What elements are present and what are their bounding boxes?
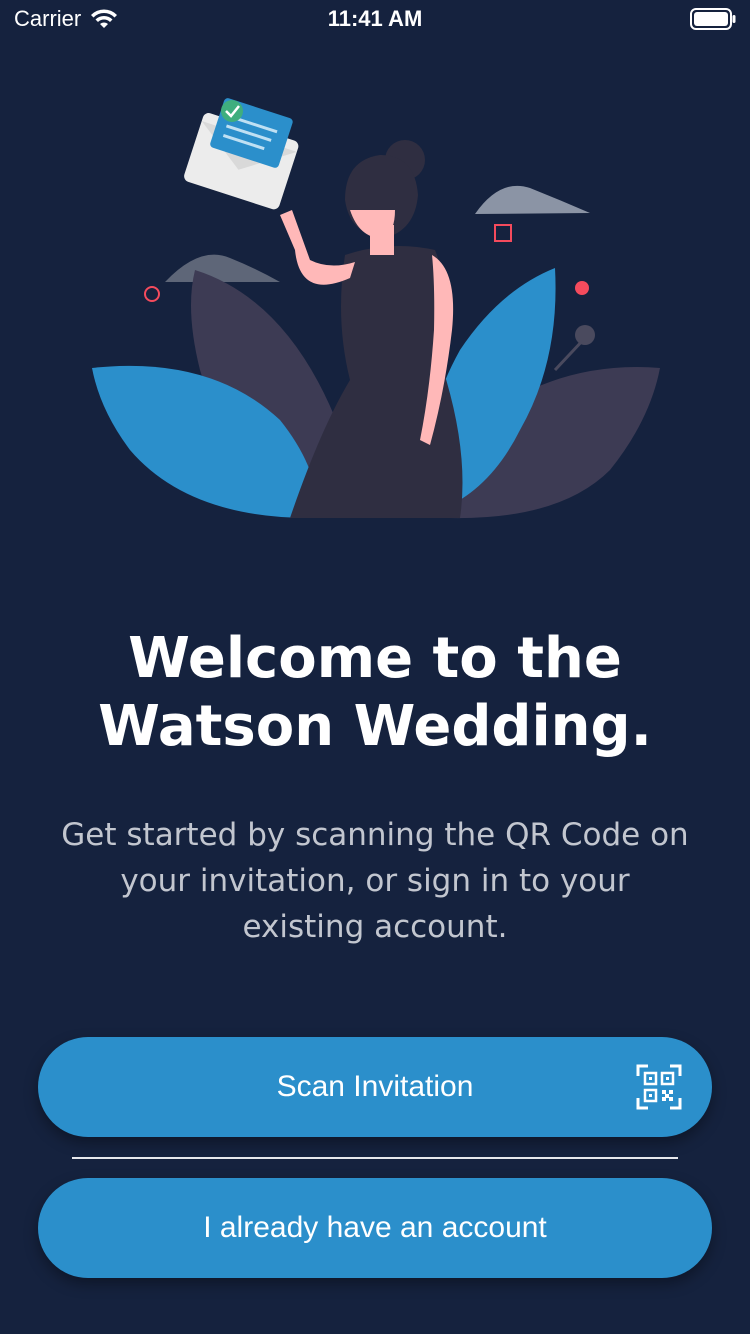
scan-invitation-label: Scan Invitation <box>276 1070 474 1103</box>
existing-account-label: I already have an account <box>203 1211 547 1244</box>
clock: 11:41 AM <box>327 6 423 31</box>
welcome-subtitle: Get started by scanning the QR Code on y… <box>61 817 689 945</box>
battery-icon <box>690 8 736 30</box>
existing-account-button[interactable]: I already have an account <box>38 1178 712 1278</box>
status-bar: Carrier 11:41 AM <box>0 0 750 40</box>
woman-holding-envelope-illustration <box>92 98 660 519</box>
scan-invitation-button[interactable]: Scan Invitation <box>38 1037 712 1137</box>
qr-code-icon <box>636 1064 682 1110</box>
welcome-title: Welcome to the Watson Wedding. <box>98 626 652 759</box>
divider <box>72 1157 678 1159</box>
